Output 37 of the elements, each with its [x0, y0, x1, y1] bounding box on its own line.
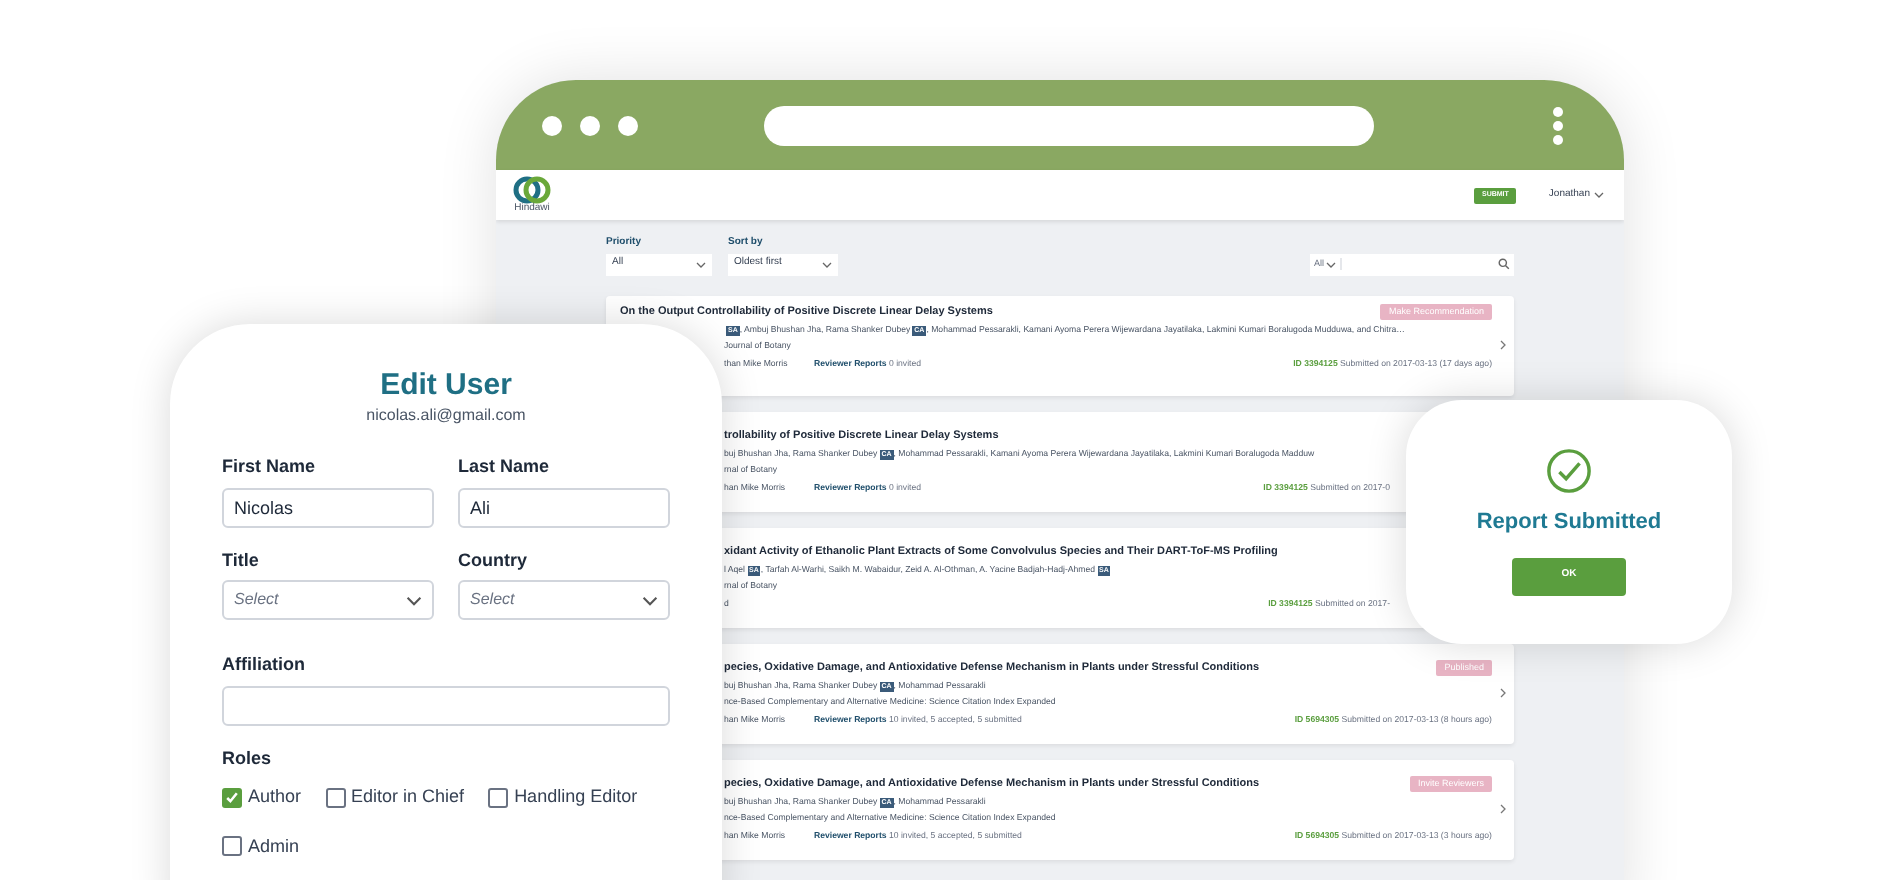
- role-label: Handling Editor: [514, 784, 638, 810]
- chevron-right-icon[interactable]: [1500, 340, 1506, 350]
- dialog-title: Edit User: [378, 368, 514, 404]
- caret-icon: [1594, 192, 1604, 198]
- email-text: nicolas.ali@gmail.com: [364, 404, 528, 428]
- checkbox[interactable]: [222, 787, 242, 808]
- role-label: Author: [248, 784, 302, 810]
- dialog-title: Report Submitted: [1476, 508, 1662, 538]
- field-label: First Name: [222, 454, 318, 480]
- checkbox[interactable]: [222, 836, 242, 857]
- manuscript-card[interactable]: [606, 295, 1514, 395]
- affiliation-input[interactable]: [222, 685, 670, 725]
- title-select[interactable]: Select: [222, 580, 434, 620]
- field-label: Roles: [222, 745, 274, 771]
- chevron-right-icon[interactable]: [1500, 688, 1506, 698]
- role-label: Editor in Chief: [351, 784, 465, 810]
- address-bar[interactable]: [764, 105, 1374, 145]
- logo-icon: [512, 176, 552, 204]
- last-name-input[interactable]: Ali: [458, 487, 670, 527]
- country-select[interactable]: Select: [458, 580, 670, 620]
- caret-icon: [642, 595, 658, 605]
- role-label: Admin: [248, 833, 300, 859]
- checkbox[interactable]: [325, 787, 346, 808]
- field-label: Title: [222, 547, 261, 573]
- field-label: Last Name: [458, 454, 552, 480]
- field-label: Affiliation: [222, 652, 307, 678]
- checkbox[interactable]: [488, 787, 509, 808]
- caret-icon: [406, 595, 422, 605]
- check-circle-icon: [1546, 448, 1592, 494]
- first-name-input[interactable]: Nicolas: [222, 487, 434, 527]
- caret-icon: [1326, 261, 1337, 267]
- caret-icon: [696, 261, 706, 267]
- caret-icon: [822, 261, 832, 267]
- field-label: Country: [458, 547, 529, 574]
- search-icon[interactable]: [1498, 258, 1510, 270]
- chevron-right-icon[interactable]: [1500, 804, 1506, 814]
- more-menu-icon[interactable]: [1552, 105, 1564, 145]
